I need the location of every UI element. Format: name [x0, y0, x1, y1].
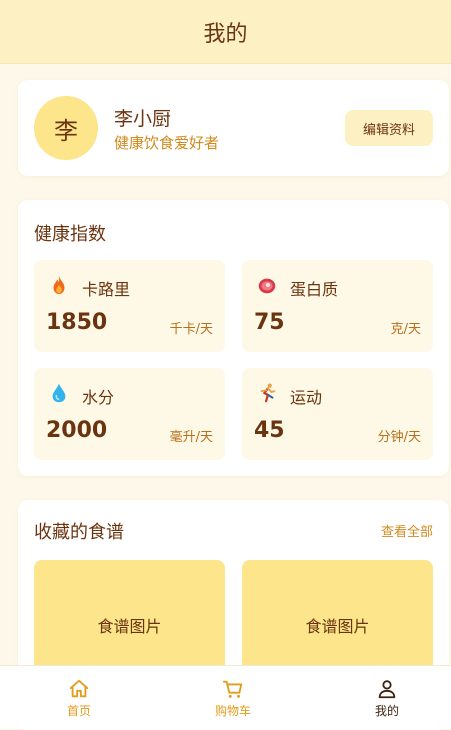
health-section-title: 健康指数 [34, 224, 106, 245]
metric-label: 水分 [82, 388, 115, 407]
metric-exercise[interactable]: 运动 45 分钟/天 [242, 368, 433, 460]
profile-card: 李 李小厨 健康饮食爱好者 编辑资料 [18, 80, 449, 176]
metric-value: 45 [254, 418, 285, 443]
metric-label: 运动 [290, 388, 323, 407]
meat-icon [258, 278, 276, 294]
bottom-tab-bar: 首页 购物车 我的 [0, 665, 451, 729]
avatar[interactable]: 李 [34, 96, 98, 160]
tab-label: 我的 [374, 703, 399, 718]
view-all-link[interactable]: 查看全部 [381, 521, 433, 540]
user-icon [378, 679, 396, 698]
metric-label: 蛋白质 [290, 280, 339, 299]
metric-unit: 克/天 [390, 322, 421, 337]
water-drop-icon [52, 383, 66, 403]
metric-water[interactable]: 水分 2000 毫升/天 [34, 368, 225, 460]
tab-label: 购物车 [214, 703, 251, 718]
metric-unit: 分钟/天 [377, 430, 421, 445]
tab-cart[interactable]: 购物车 [158, 666, 308, 730]
health-index-card: 健康指数 卡路里 1850 千卡/天 蛋白质 75 克/天 水分 2000 毫升… [18, 200, 449, 476]
user-name: 李小厨 [114, 108, 172, 130]
tab-profile[interactable]: 我的 [312, 666, 451, 730]
metric-value: 75 [254, 310, 285, 335]
tab-label: 首页 [66, 703, 91, 718]
metric-value: 1850 [46, 310, 108, 335]
recipes-section-title: 收藏的食谱 [34, 522, 124, 543]
flame-icon [53, 275, 65, 295]
metric-label: 卡路里 [82, 280, 131, 299]
tab-home[interactable]: 首页 [4, 666, 154, 730]
user-bio: 健康饮食爱好者 [114, 134, 220, 152]
app-header: 我的 [0, 0, 451, 64]
metric-value: 2000 [46, 418, 108, 443]
metric-calories[interactable]: 卡路里 1850 千卡/天 [34, 260, 225, 352]
runner-icon [260, 383, 276, 403]
cart-icon [222, 680, 243, 698]
page-title: 我的 [203, 21, 248, 47]
edit-profile-button[interactable]: 编辑资料 [345, 110, 433, 146]
metric-unit: 毫升/天 [169, 430, 213, 445]
home-icon [69, 679, 89, 697]
metric-protein[interactable]: 蛋白质 75 克/天 [242, 260, 433, 352]
metric-unit: 千卡/天 [169, 322, 213, 337]
